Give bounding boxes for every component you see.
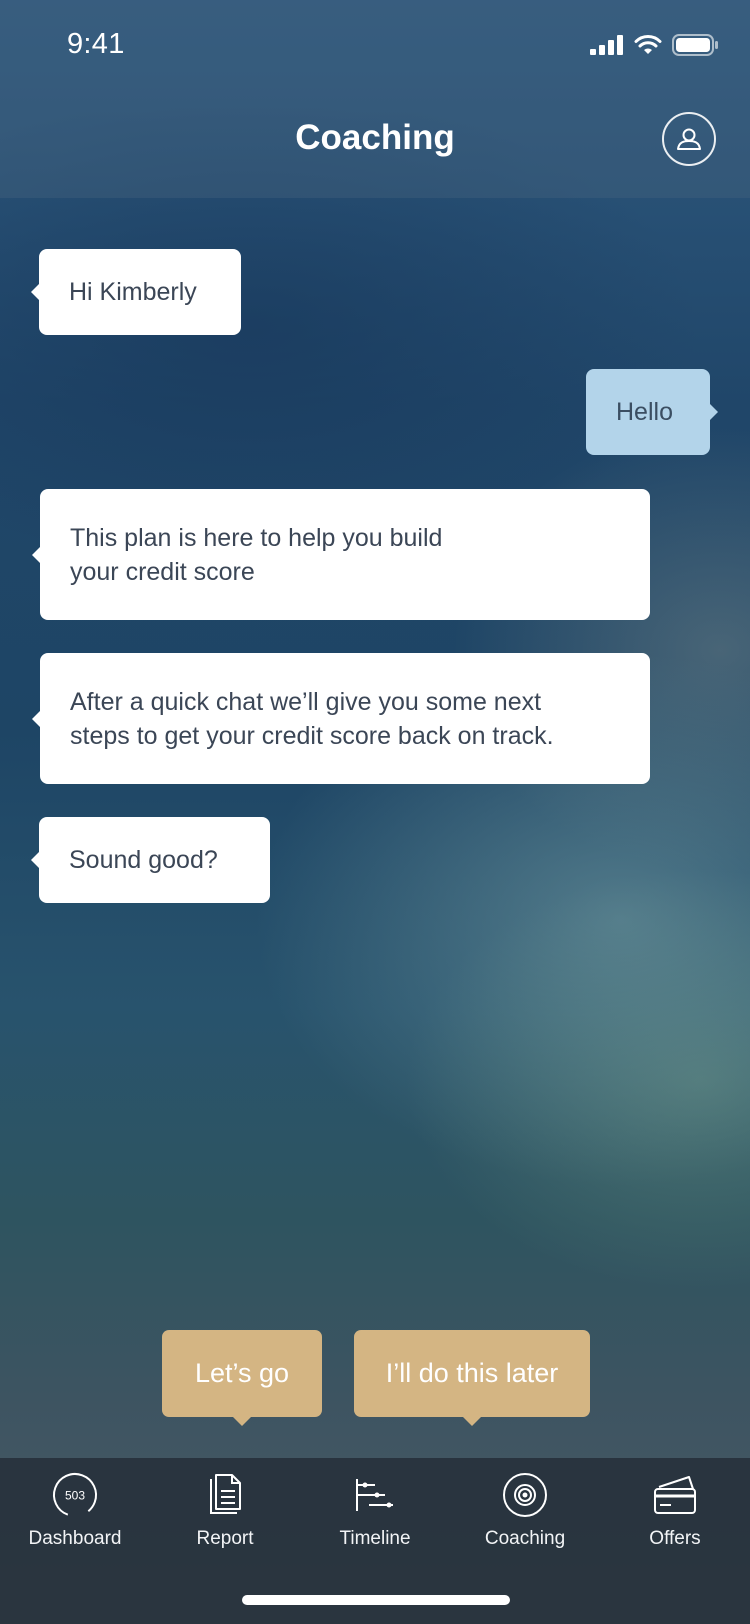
score-badge: 503 xyxy=(65,1489,85,1503)
cards-icon xyxy=(650,1470,700,1520)
home-indicator[interactable] xyxy=(242,1595,510,1605)
battery-icon xyxy=(672,34,718,56)
coaching-screen: Coaching 9:41 Hi Kimberly Hello This pla… xyxy=(0,0,750,1624)
signal-icon xyxy=(590,35,623,55)
message-text: Sound good? xyxy=(69,846,218,874)
tab-label: Dashboard xyxy=(28,1528,122,1549)
document-icon xyxy=(200,1470,250,1520)
score-gauge-icon: 503 xyxy=(50,1470,100,1520)
message-text: Hello xyxy=(616,398,673,426)
coach-message: Sound good? xyxy=(31,817,270,903)
message-text: Hi Kimberly xyxy=(69,278,197,306)
target-icon xyxy=(500,1470,550,1520)
status-icons xyxy=(590,34,718,56)
tab-dashboard[interactable]: 503 Dashboard xyxy=(0,1458,150,1578)
message-text: This plan is here to help you build your… xyxy=(70,523,443,586)
user-message: Hello xyxy=(586,369,718,455)
tab-coaching[interactable]: Coaching xyxy=(450,1458,600,1578)
timeline-icon xyxy=(350,1470,400,1520)
coach-message: This plan is here to help you build your… xyxy=(32,489,650,620)
tab-offers[interactable]: Offers xyxy=(600,1458,750,1578)
tab-label: Report xyxy=(196,1528,254,1549)
tab-label: Timeline xyxy=(339,1528,411,1549)
coach-message: After a quick chat we’ll give you some n… xyxy=(32,653,650,784)
do-later-button[interactable]: I’ll do this later xyxy=(354,1330,590,1426)
user-icon xyxy=(677,128,701,150)
tab-label: Coaching xyxy=(484,1528,566,1549)
status-time: 9:41 xyxy=(67,28,125,60)
wifi-icon xyxy=(634,35,662,54)
profile-button[interactable] xyxy=(662,112,716,166)
tab-label: Offers xyxy=(649,1528,701,1549)
page-title: Coaching xyxy=(295,118,455,157)
message-text: After a quick chat we’ll give you some n… xyxy=(70,687,554,750)
coach-message: Hi Kimberly xyxy=(31,249,241,335)
tab-timeline[interactable]: Timeline xyxy=(300,1458,450,1578)
status-bar: 9:41 xyxy=(0,0,750,90)
lets-go-button[interactable]: Let’s go xyxy=(162,1330,322,1426)
tab-report[interactable]: Report xyxy=(150,1458,300,1578)
